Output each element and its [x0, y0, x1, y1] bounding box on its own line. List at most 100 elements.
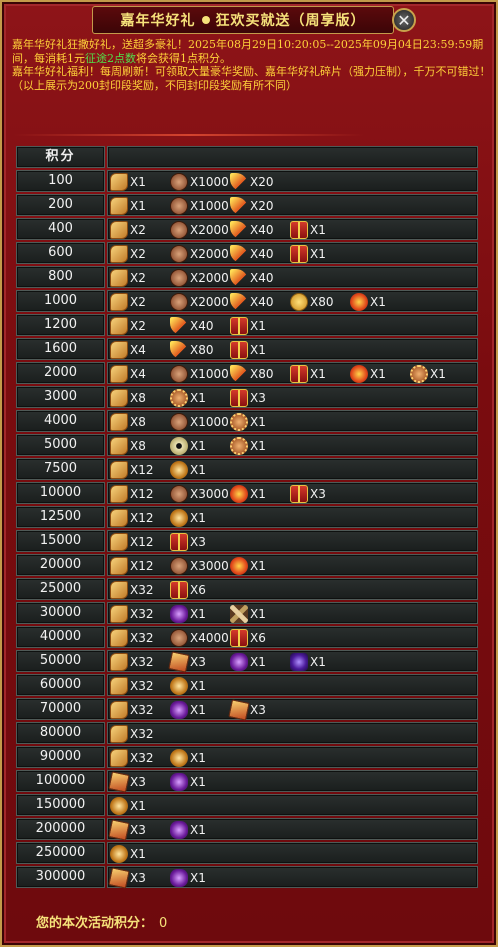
reward-item[interactable]: X3: [170, 532, 206, 552]
reward-item[interactable]: X1: [170, 820, 206, 840]
reward-item[interactable]: X4000: [170, 628, 229, 648]
reward-item[interactable]: X1000: [170, 172, 229, 192]
reward-item[interactable]: X1: [230, 340, 266, 360]
reward-quantity: X6: [250, 631, 266, 645]
reward-item[interactable]: X1: [170, 508, 206, 528]
reward-item[interactable]: X8: [110, 388, 146, 408]
reward-item[interactable]: X32: [110, 604, 154, 624]
reward-item[interactable]: X1: [230, 556, 266, 576]
reward-item[interactable]: X1: [170, 772, 206, 792]
close-button[interactable]: ✕: [392, 8, 416, 32]
reward-item[interactable]: X3000: [170, 484, 229, 504]
reward-item[interactable]: X2: [110, 220, 146, 240]
reward-item[interactable]: X1: [110, 196, 146, 216]
reward-item[interactable]: X1: [170, 676, 206, 696]
reward-item[interactable]: X8: [110, 436, 146, 456]
reward-item[interactable]: X3000: [170, 556, 229, 576]
reward-item[interactable]: X32: [110, 580, 154, 600]
orb-icon: [110, 845, 128, 863]
reward-item[interactable]: X80: [170, 340, 214, 360]
reward-item[interactable]: X12: [110, 460, 154, 480]
reward-item[interactable]: X2: [110, 292, 146, 312]
reward-item[interactable]: X1: [230, 604, 266, 624]
reward-item[interactable]: X3: [168, 651, 206, 673]
reward-item[interactable]: X40: [230, 268, 274, 288]
reward-item[interactable]: X1: [290, 220, 326, 240]
score-threshold: 90000: [16, 746, 105, 768]
reward-item[interactable]: X1: [410, 364, 446, 384]
reward-item[interactable]: X3: [108, 867, 146, 889]
reward-item[interactable]: X20: [230, 172, 274, 192]
reward-item[interactable]: X2: [110, 244, 146, 264]
reward-item[interactable]: X40: [230, 220, 274, 240]
reward-item[interactable]: X32: [110, 724, 154, 744]
reward-quantity: X1: [310, 367, 326, 381]
reward-item[interactable]: X1: [230, 436, 266, 456]
reward-quantity: X3: [130, 823, 146, 837]
reward-item[interactable]: X4: [110, 340, 146, 360]
reward-item[interactable]: X1: [170, 868, 206, 888]
reward-item[interactable]: X2000: [170, 220, 229, 240]
reward-item[interactable]: X1: [230, 316, 266, 336]
card-icon: [228, 699, 250, 721]
reward-item[interactable]: X1: [110, 172, 146, 192]
reward-item[interactable]: X3: [228, 699, 266, 721]
reward-item[interactable]: X20: [230, 196, 274, 216]
reward-item[interactable]: X80: [230, 364, 274, 384]
reward-item[interactable]: X40: [230, 244, 274, 264]
reward-item[interactable]: X1: [170, 436, 206, 456]
reward-item[interactable]: X32: [110, 676, 154, 696]
purple-icon: [170, 869, 188, 887]
table-row: 200000 X3 X1: [16, 818, 478, 841]
scroll-icon: [110, 197, 128, 215]
reward-item[interactable]: X1: [290, 364, 326, 384]
reward-item[interactable]: X2: [110, 316, 146, 336]
reward-item[interactable]: X1: [110, 844, 146, 864]
reward-item[interactable]: X40: [230, 292, 274, 312]
reward-item[interactable]: X1: [350, 364, 386, 384]
reward-item[interactable]: X1: [350, 292, 386, 312]
reward-item[interactable]: X1: [110, 796, 146, 816]
reward-item[interactable]: X1: [290, 652, 326, 672]
scroll-icon: [110, 461, 128, 479]
reward-item[interactable]: X2: [110, 268, 146, 288]
reward-item[interactable]: X12: [110, 556, 154, 576]
reward-item[interactable]: X12: [110, 484, 154, 504]
reward-item[interactable]: X32: [110, 628, 154, 648]
reward-item[interactable]: X1000: [170, 412, 229, 432]
reward-item[interactable]: X1: [170, 700, 206, 720]
reward-item[interactable]: X12: [110, 508, 154, 528]
reward-items: X12 X3000 X1: [107, 554, 478, 576]
reward-item[interactable]: X2000: [170, 268, 229, 288]
reward-item[interactable]: X3: [108, 771, 146, 793]
table-row: 100 X1 X1000 X20: [16, 170, 478, 192]
table-header: 积分: [16, 146, 478, 168]
reward-item[interactable]: X1: [290, 244, 326, 264]
reward-item[interactable]: X1000: [170, 364, 229, 384]
reward-item[interactable]: X3: [230, 388, 266, 408]
reward-item[interactable]: X2000: [170, 292, 229, 312]
reward-item[interactable]: X12: [110, 532, 154, 552]
reward-item[interactable]: X32: [110, 700, 154, 720]
reward-item[interactable]: X32: [110, 748, 154, 768]
reward-item[interactable]: X1: [170, 388, 206, 408]
reward-item[interactable]: X8: [110, 412, 146, 432]
reward-item[interactable]: X1: [170, 460, 206, 480]
reward-item[interactable]: X3: [108, 819, 146, 841]
reward-item[interactable]: X1000: [170, 196, 229, 216]
reward-item[interactable]: X1: [230, 484, 266, 504]
reward-item[interactable]: X40: [170, 316, 214, 336]
reward-quantity: X1: [190, 823, 206, 837]
reward-item[interactable]: X6: [230, 628, 266, 648]
reward-item[interactable]: X1: [170, 604, 206, 624]
reward-item[interactable]: X6: [170, 580, 206, 600]
reward-item[interactable]: X3: [290, 484, 326, 504]
reward-item[interactable]: X1: [170, 748, 206, 768]
reward-item[interactable]: X80: [290, 292, 334, 312]
reward-item[interactable]: X32: [110, 652, 154, 672]
reward-item[interactable]: X1: [230, 652, 266, 672]
reward-item[interactable]: X2000: [170, 244, 229, 264]
reward-item[interactable]: X4: [110, 364, 146, 384]
reward-item[interactable]: X1: [230, 412, 266, 432]
table-row: 70000 X32 X1 X3: [16, 698, 478, 721]
